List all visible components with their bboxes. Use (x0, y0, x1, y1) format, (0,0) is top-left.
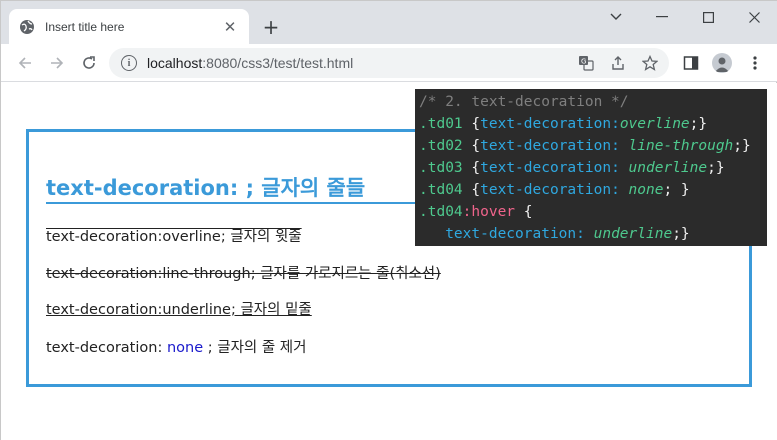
new-tab-button[interactable]: + (259, 15, 283, 39)
code-selector: .td02 (419, 138, 463, 154)
code-brace: { (462, 160, 481, 176)
code-line: .td01 {text-decoration:overline;} (419, 113, 763, 135)
css-code-overlay: /* 2. text-decoration */.td01 {text-deco… (415, 89, 767, 246)
code-brace: { (462, 138, 481, 154)
browser-window: Insert title here ✕ + i localhost:8080/c… (0, 0, 777, 440)
code-brace: { (462, 116, 481, 132)
code-brace: ; } (663, 182, 690, 198)
code-pseudo-class: :hover (462, 204, 516, 220)
code-value: overline (619, 116, 690, 132)
row-none-keyword: none (166, 340, 204, 356)
tab-active[interactable]: Insert title here ✕ (9, 9, 249, 44)
url-text: localhost:8080/css3/test/test.html (147, 55, 353, 71)
row-none-suffix: ; 글자의 줄 제거 (203, 340, 307, 356)
code-brace: { (515, 204, 533, 220)
code-property: text-decoration: (480, 116, 620, 132)
browser-toolbar: i localhost:8080/css3/test/test.html G (1, 44, 777, 82)
tab-search-chevron-icon[interactable] (593, 1, 639, 33)
avatar-icon (712, 53, 732, 73)
row-overline[interactable]: text-decoration:overline; 글자의 윗줄 (46, 225, 302, 246)
back-icon[interactable] (11, 49, 39, 77)
code-selector: .td03 (419, 160, 463, 176)
site-info-icon[interactable]: i (121, 55, 137, 71)
url-path: :8080/css3/test/test.html (202, 55, 354, 71)
profile-avatar[interactable] (708, 49, 736, 77)
window-close-icon[interactable] (731, 1, 777, 33)
code-line: .td04:hover { (419, 201, 763, 223)
row-line-through[interactable]: text-decoration:line-through; 글자를 가로지르는 … (46, 262, 441, 283)
code-comment: /* 2. text-decoration */ (419, 94, 629, 110)
code-property: text-decoration: (480, 182, 629, 198)
share-icon[interactable] (609, 54, 627, 72)
code-value: underline (593, 226, 673, 242)
code-line: .td02 {text-decoration: line-through;} (419, 135, 763, 157)
code-property: text-decoration: (419, 226, 594, 242)
row-none-prefix: text-decoration: (46, 340, 167, 356)
code-value: line-through (628, 138, 734, 154)
reload-icon[interactable] (75, 49, 103, 77)
code-brace: ;} (689, 116, 708, 132)
code-line: .td03 {text-decoration: underline;} (419, 157, 763, 179)
tab-strip: Insert title here ✕ + (1, 1, 777, 44)
url-host: localhost (147, 55, 203, 71)
minimize-icon[interactable] (639, 1, 685, 33)
code-brace: ;} (707, 160, 725, 176)
side-panel-icon[interactable] (677, 49, 705, 77)
code-value: underline (628, 160, 708, 176)
tab-title: Insert title here (45, 19, 125, 34)
code-selector: .td04 (419, 204, 463, 220)
row-none[interactable]: text-decoration: none ; 글자의 줄 제거 (46, 336, 307, 357)
forward-icon[interactable] (43, 49, 71, 77)
code-line: .td04 {text-decoration: none; } (419, 179, 763, 201)
globe-icon (19, 19, 35, 35)
page-heading: text-decoration: ; 글자의 줄들 (46, 176, 366, 200)
code-property: text-decoration: (480, 138, 629, 154)
svg-text:G: G (581, 58, 586, 66)
code-brace: ;} (733, 138, 751, 154)
heading-underline (46, 202, 426, 204)
row-underline[interactable]: text-decoration:underline; 글자의 밑줄 (46, 298, 312, 319)
tab-close-icon[interactable]: ✕ (221, 18, 239, 36)
maximize-icon[interactable] (685, 1, 731, 33)
code-value: none (628, 182, 664, 198)
translate-icon[interactable]: G (577, 54, 595, 72)
bookmark-star-icon[interactable] (641, 54, 659, 72)
code-property: text-decoration: (480, 160, 629, 176)
code-brace: ;} (672, 226, 690, 242)
address-bar[interactable]: i localhost:8080/css3/test/test.html G (109, 48, 669, 78)
code-selector: .td04 (419, 182, 463, 198)
code-line: text-decoration: underline;} (419, 223, 763, 245)
code-brace: { (462, 182, 481, 198)
code-selector: .td01 (419, 116, 463, 132)
menu-kebab-icon[interactable] (741, 49, 769, 77)
